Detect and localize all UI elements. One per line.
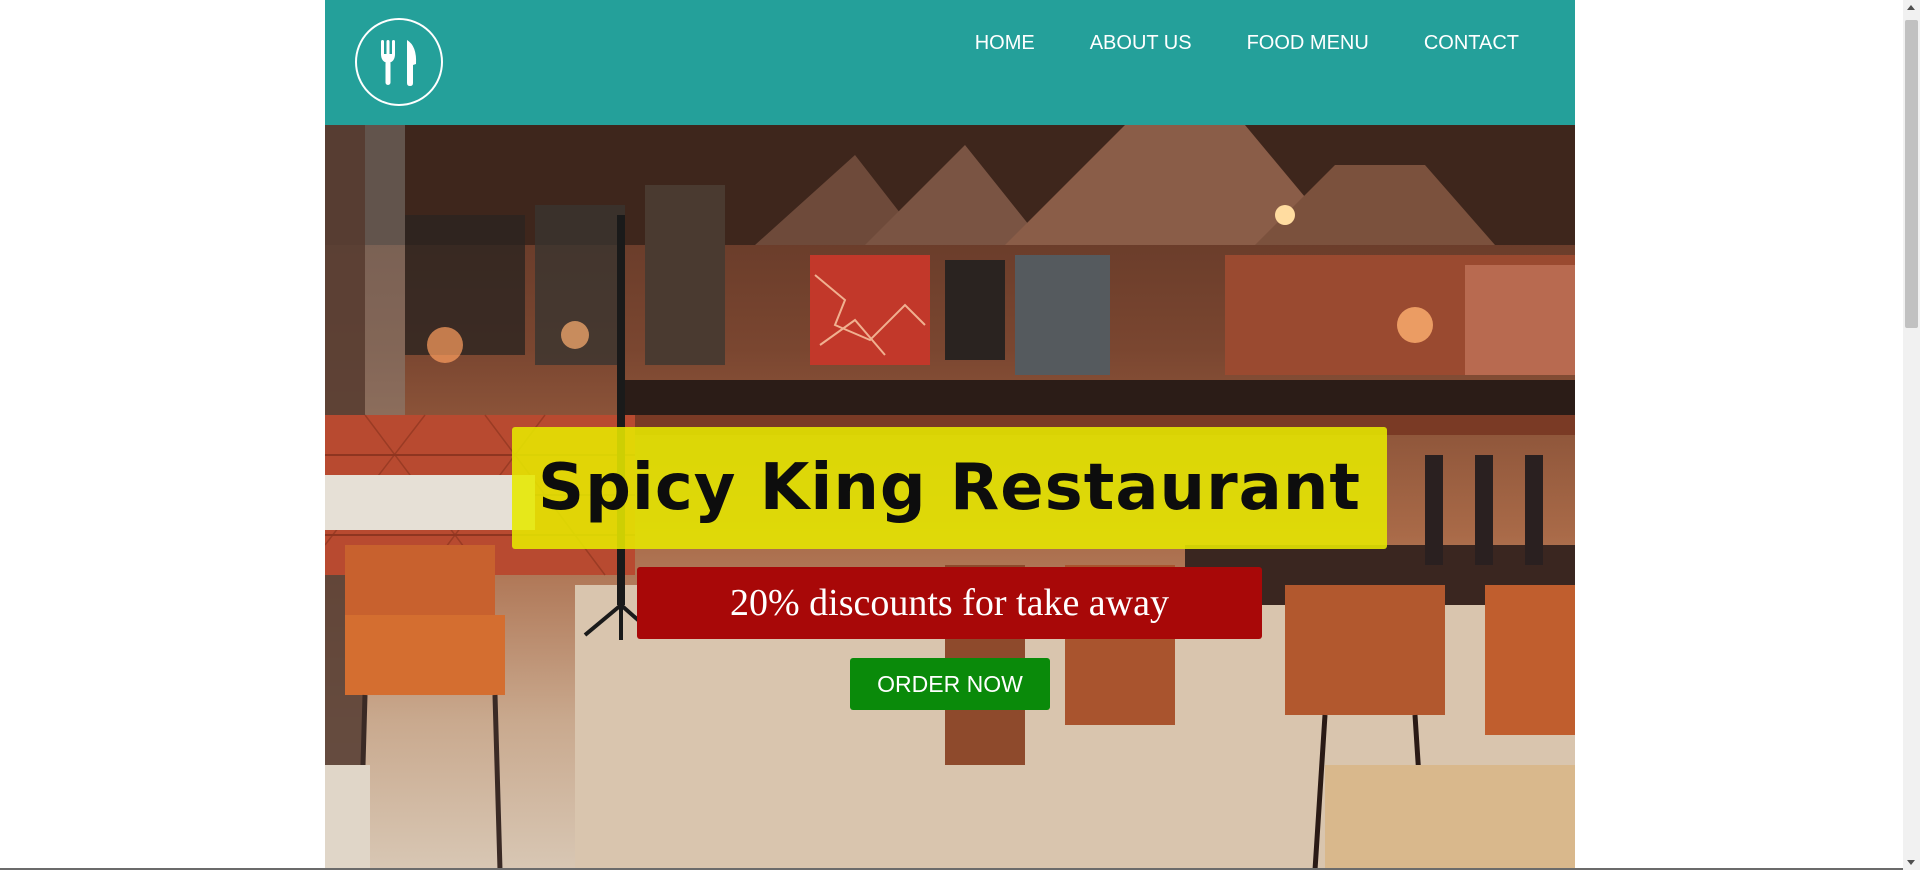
logo[interactable] [355,18,443,106]
page-container: HOME ABOUT US FOOD MENU CONTACT Spicy Ki… [325,0,1575,870]
fork-knife-icon [381,40,417,86]
site-header: HOME ABOUT US FOOD MENU CONTACT [325,0,1575,125]
nav-contact[interactable]: CONTACT [1424,32,1519,55]
discount-banner: 20% discounts for take away [637,567,1262,639]
scroll-up-arrow-icon[interactable] [1907,5,1915,10]
scroll-down-arrow-icon[interactable] [1907,860,1915,865]
discount-text: 20% discounts for take away [730,582,1169,624]
hero-title-banner: Spicy King Restaurant [512,427,1387,549]
hero-section: Spicy King Restaurant 20% discounts for … [325,125,1575,870]
nav-about-us[interactable]: ABOUT US [1090,32,1192,55]
main-nav: HOME ABOUT US FOOD MENU CONTACT [975,32,1519,55]
nav-food-menu[interactable]: FOOD MENU [1247,32,1369,55]
nav-home[interactable]: HOME [975,32,1035,55]
hero-title: Spicy King Restaurant [538,451,1361,525]
scrollbar-thumb[interactable] [1905,20,1918,328]
order-now-button[interactable]: ORDER NOW [850,658,1050,710]
page-scrollbar[interactable] [1903,0,1920,870]
